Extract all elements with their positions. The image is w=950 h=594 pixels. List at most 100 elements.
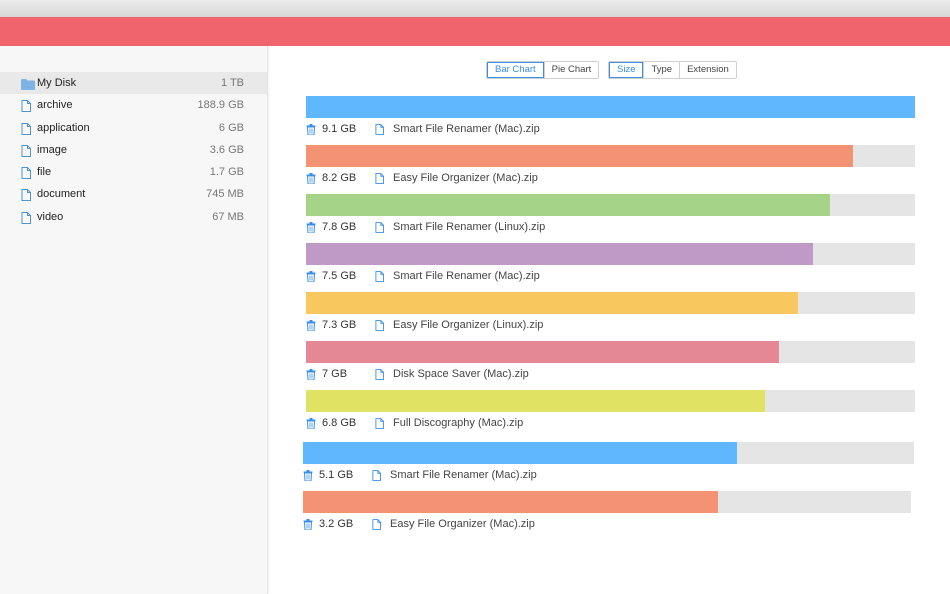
trash-icon[interactable] [306, 418, 316, 430]
bar-track[interactable] [303, 491, 911, 513]
file-bar-row: 7.8 GB Smart File Renamer (Linux).zip [306, 194, 915, 238]
folder-icon [21, 79, 35, 90]
trash-icon[interactable] [306, 173, 316, 185]
file-icon [21, 100, 31, 113]
file-size: 7.3 GB [322, 319, 357, 331]
file-icon [375, 369, 384, 380]
trash-icon[interactable] [306, 222, 316, 234]
file-bar-row: 7.3 GB Easy File Organizer (Linux).zip [306, 292, 915, 336]
file-size: 9.1 GB [322, 123, 357, 135]
file-name[interactable]: Full Discography (Mac).zip [393, 417, 523, 429]
bar-fill[interactable] [306, 194, 830, 216]
trash-icon[interactable] [303, 470, 313, 482]
file-icon [375, 369, 384, 380]
file-bar-row: 5.1 GB Smart File Renamer (Mac).zip [303, 442, 914, 486]
window-titlebar [0, 0, 950, 18]
sidebar: My Disk 1 TB archive 188.9 GB application 6 G… [0, 46, 268, 594]
bar-fill[interactable] [303, 491, 718, 513]
bar-fill[interactable] [306, 292, 798, 314]
sidebar-item-video[interactable]: video 67 MB [0, 206, 267, 228]
file-bar-row: 9.1 GB Smart File Renamer (Mac).zip [306, 96, 915, 140]
file-bar-row: 6.8 GB Full Discography (Mac).zip [306, 390, 915, 434]
trash-icon [303, 470, 313, 482]
file-icon [21, 187, 33, 202]
file-icon [372, 519, 381, 530]
file-name[interactable]: Easy File Organizer (Linux).zip [393, 319, 543, 331]
folder-icon [21, 76, 35, 90]
sidebar-item-size: 67 MB [212, 210, 244, 223]
file-icon [375, 124, 384, 135]
file-icon [372, 470, 381, 481]
bar-list: 9.1 GB Smart File Renamer (Mac).zip 8.2 GB… [268, 46, 950, 594]
file-name[interactable]: Smart File Renamer (Mac).zip [393, 123, 540, 135]
sidebar-item-archive[interactable]: archive 188.9 GB [0, 94, 267, 116]
file-name[interactable]: Smart File Renamer (Mac).zip [390, 469, 537, 481]
trash-icon[interactable] [306, 124, 316, 136]
bar-track[interactable] [306, 292, 915, 314]
file-icon [375, 222, 384, 233]
trash-icon[interactable] [306, 369, 316, 381]
sidebar-item-document[interactable]: document 745 MB [0, 183, 267, 205]
file-icon [21, 121, 33, 135]
file-size: 7.8 GB [322, 221, 357, 233]
trash-icon [306, 369, 316, 381]
sidebar-item-label: file [37, 166, 52, 179]
trash-icon [303, 519, 313, 531]
file-icon [372, 470, 381, 481]
main-panel: Bar Chart Pie Chart Size Type Extension 9.1… [268, 46, 950, 594]
file-icon [375, 271, 384, 282]
bar-fill[interactable] [306, 243, 813, 265]
file-icon [21, 98, 33, 113]
bar-track[interactable] [306, 96, 915, 118]
bar-fill[interactable] [306, 341, 779, 363]
sidebar-item-image[interactable]: image 3.6 GB [0, 139, 267, 161]
file-icon [21, 143, 33, 157]
sidebar-item-my-disk[interactable]: My Disk 1 TB [0, 72, 267, 95]
sidebar-item-size: 745 MB [206, 188, 244, 201]
bar-fill[interactable] [306, 145, 853, 167]
file-bar-row: 8.2 GB Easy File Organizer (Mac).zip [306, 145, 915, 189]
sidebar-item-label: image [37, 143, 67, 156]
sidebar-item-application[interactable]: application 6 GB [0, 117, 267, 139]
file-name[interactable]: Smart File Renamer (Linux).zip [393, 221, 545, 233]
file-icon [372, 519, 381, 530]
file-icon [21, 165, 33, 180]
bar-track[interactable] [306, 145, 915, 167]
trash-icon[interactable] [306, 320, 316, 332]
file-icon [375, 320, 384, 331]
file-icon [21, 211, 31, 224]
file-size: 5.1 GB [319, 469, 354, 481]
bar-track[interactable] [306, 194, 915, 216]
bar-track[interactable] [303, 442, 914, 464]
bar-fill[interactable] [303, 442, 737, 464]
sidebar-item-label: document [37, 188, 86, 201]
file-icon [21, 144, 31, 157]
file-name[interactable]: Easy File Organizer (Mac).zip [393, 172, 538, 184]
trash-icon[interactable] [306, 271, 316, 283]
trash-icon [306, 320, 316, 332]
file-name[interactable]: Smart File Renamer (Mac).zip [393, 270, 540, 282]
sidebar-item-label: video [37, 210, 64, 223]
trash-icon[interactable] [303, 519, 313, 531]
file-icon [375, 320, 384, 331]
file-size: 8.2 GB [322, 172, 357, 184]
app-header-bar [0, 17, 950, 46]
file-icon [375, 418, 384, 429]
file-icon [375, 173, 384, 184]
sidebar-item-file[interactable]: file 1.7 GB [0, 161, 267, 183]
sidebar-item-size: 6 GB [218, 121, 244, 134]
trash-icon [306, 124, 316, 136]
file-size: 3.2 GB [319, 518, 354, 530]
bar-track[interactable] [306, 341, 915, 363]
file-icon [21, 167, 31, 180]
bar-track[interactable] [306, 243, 915, 265]
file-size: 7 GB [322, 368, 348, 380]
file-icon [21, 210, 33, 224]
bar-fill[interactable] [306, 96, 915, 118]
file-name[interactable]: Disk Space Saver (Mac).zip [393, 368, 529, 380]
bar-track[interactable] [306, 390, 915, 412]
file-name[interactable]: Easy File Organizer (Mac).zip [390, 518, 535, 530]
bar-fill[interactable] [306, 390, 765, 412]
sidebar-item-size: 3.6 GB [209, 143, 244, 156]
trash-icon [306, 173, 316, 185]
